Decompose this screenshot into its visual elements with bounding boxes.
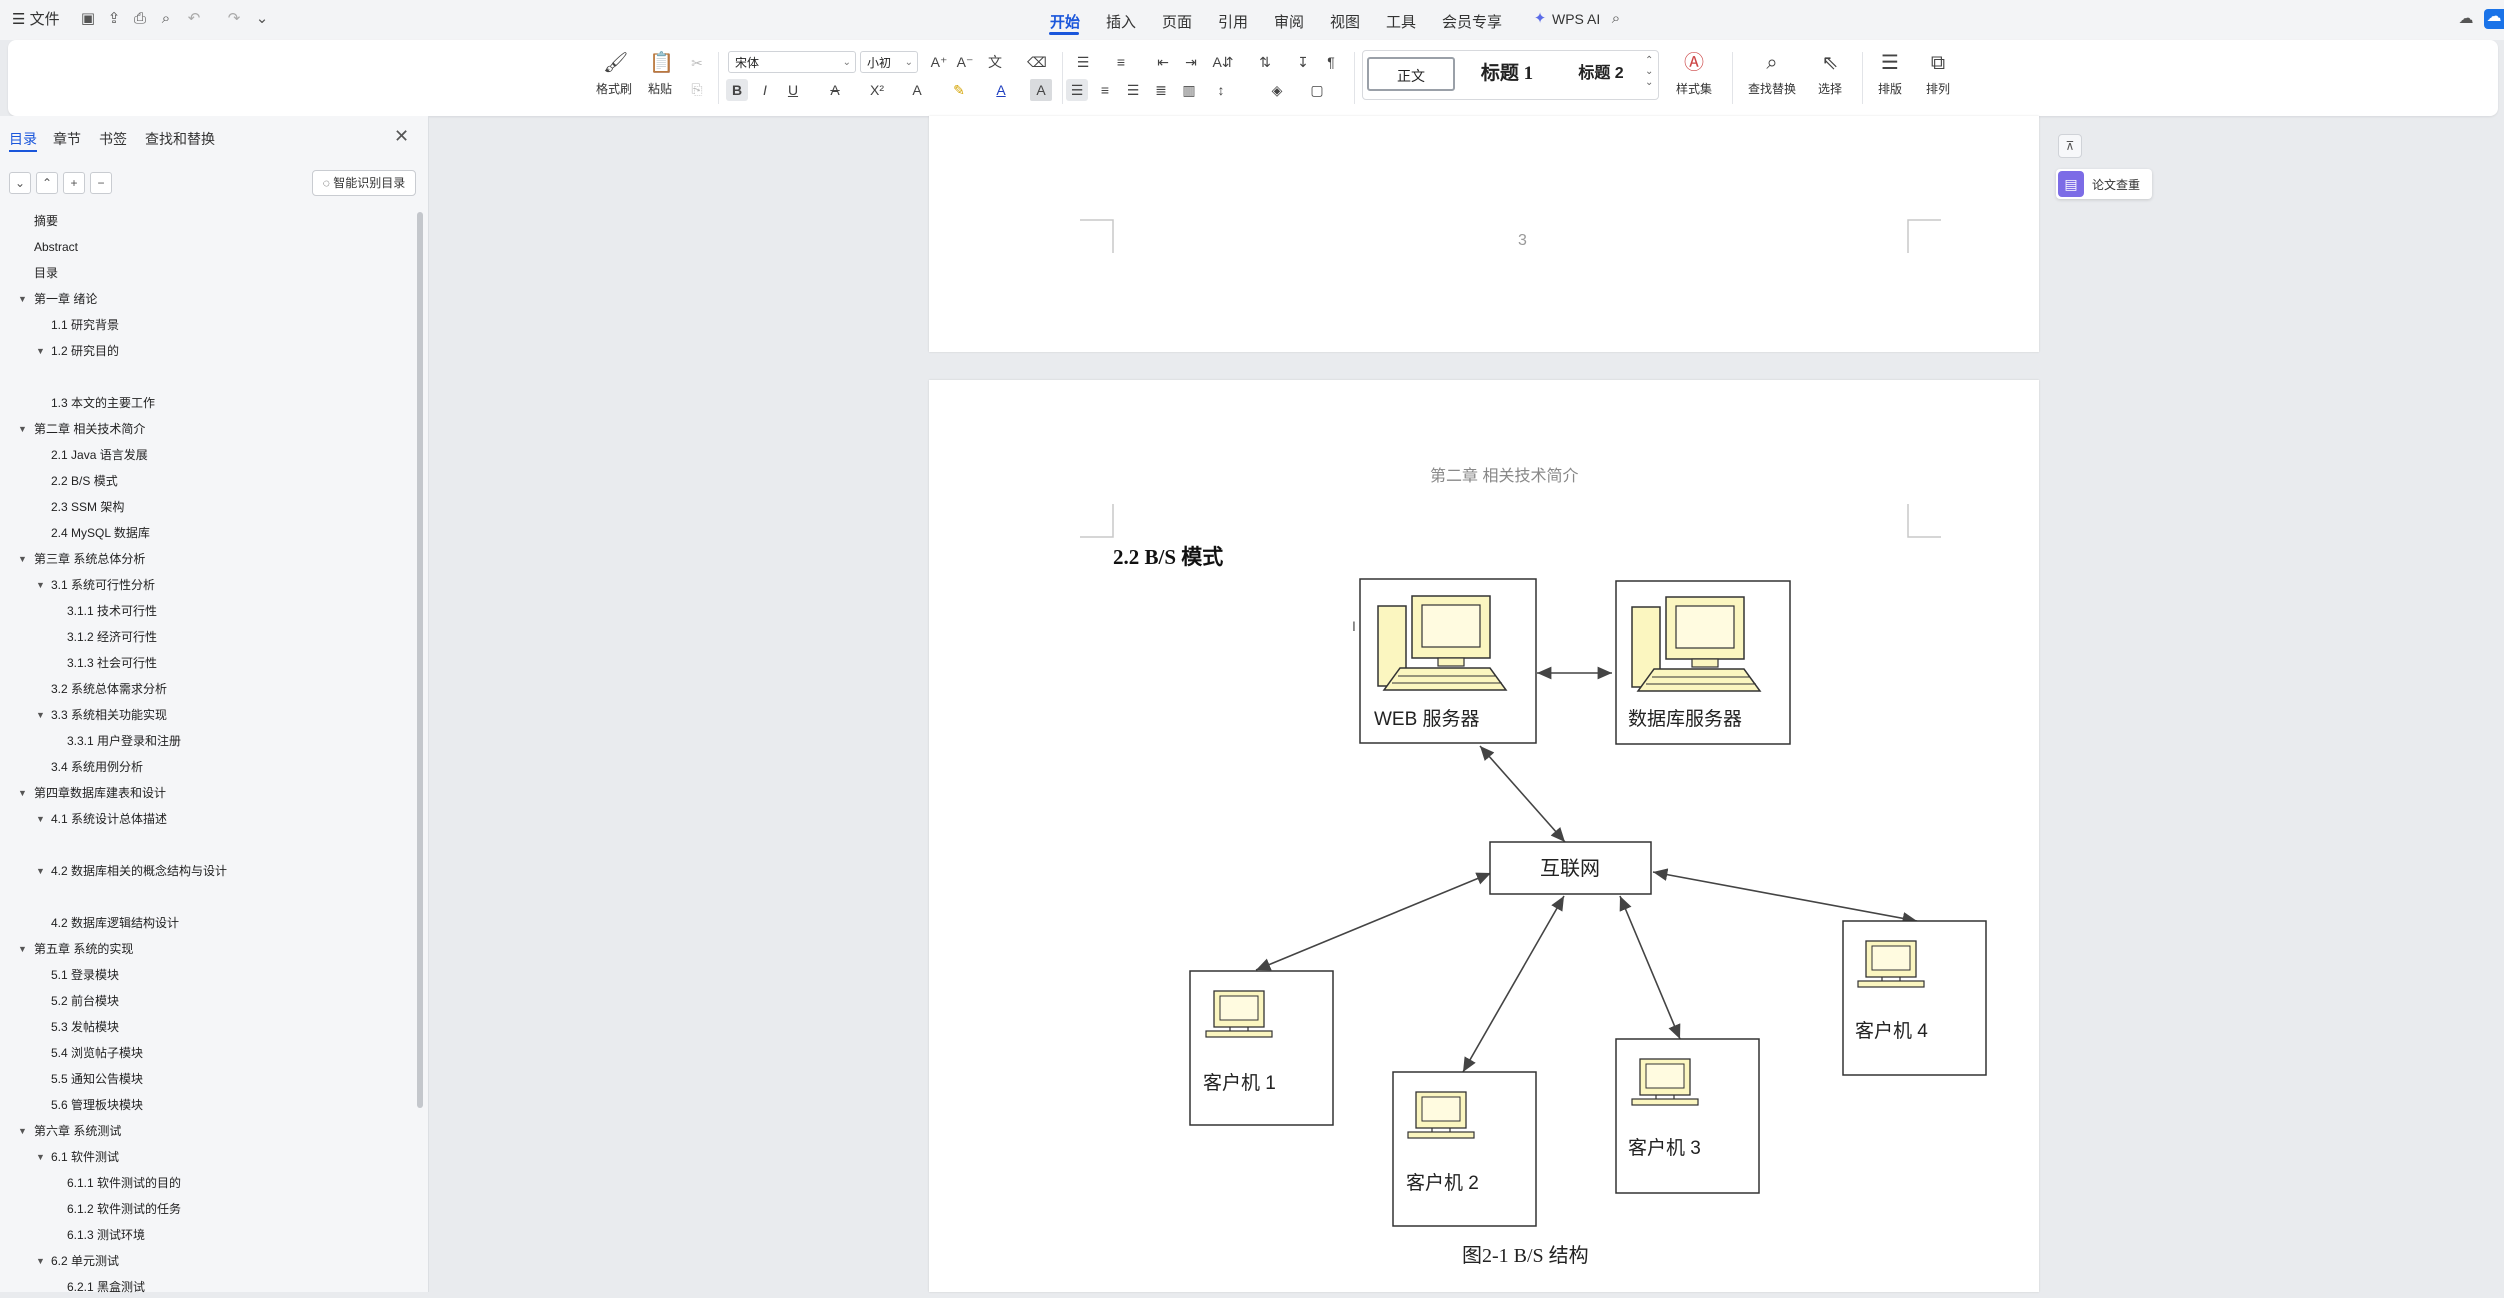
client-1-label: 客户机 1 <box>1203 1072 1276 1094</box>
web-server-node[interactable]: WEB 服务器 <box>1359 578 1537 744</box>
internet-label: 互联网 <box>1540 857 1600 880</box>
internet-client1-link <box>1255 872 1492 971</box>
paper-check-label: 论文查重 <box>2092 178 2141 192</box>
client-3-label: 客户机 3 <box>1628 1137 1701 1159</box>
web-server-label: WEB 服务器 <box>1374 708 1480 730</box>
client-2-node[interactable]: 客户机 2 <box>1392 1071 1537 1227</box>
server-computer-icon <box>1377 595 1507 691</box>
internet-client4-link <box>1652 868 1918 925</box>
paper-check-button[interactable]: ▤ 论文查重 <box>2056 169 2152 199</box>
client-4-node[interactable]: 客户机 4 <box>1842 920 1987 1076</box>
db-server-label: 数据库服务器 <box>1628 708 1742 730</box>
internet-client2-link <box>1462 895 1565 1073</box>
server-computer-icon <box>1631 596 1761 692</box>
internet-node[interactable]: 互联网 <box>1489 841 1652 895</box>
internet-client3-link <box>1619 895 1681 1040</box>
client-1-node[interactable]: 客户机 1 <box>1189 970 1334 1126</box>
client-4-label: 客户机 4 <box>1855 1020 1928 1042</box>
client-2-label: 客户机 2 <box>1406 1172 1479 1194</box>
figure-caption: 图2-1 B/S 结构 <box>1462 1245 1589 1267</box>
text-cursor: I <box>1352 618 1356 634</box>
db-server-node[interactable]: 数据库服务器 <box>1615 580 1791 745</box>
client-3-node[interactable]: 客户机 3 <box>1615 1038 1760 1194</box>
document-check-icon: ▤ <box>2058 171 2084 197</box>
collapse-panel-icon[interactable]: ⊼ <box>2058 134 2082 158</box>
web-internet-link <box>1479 745 1566 843</box>
